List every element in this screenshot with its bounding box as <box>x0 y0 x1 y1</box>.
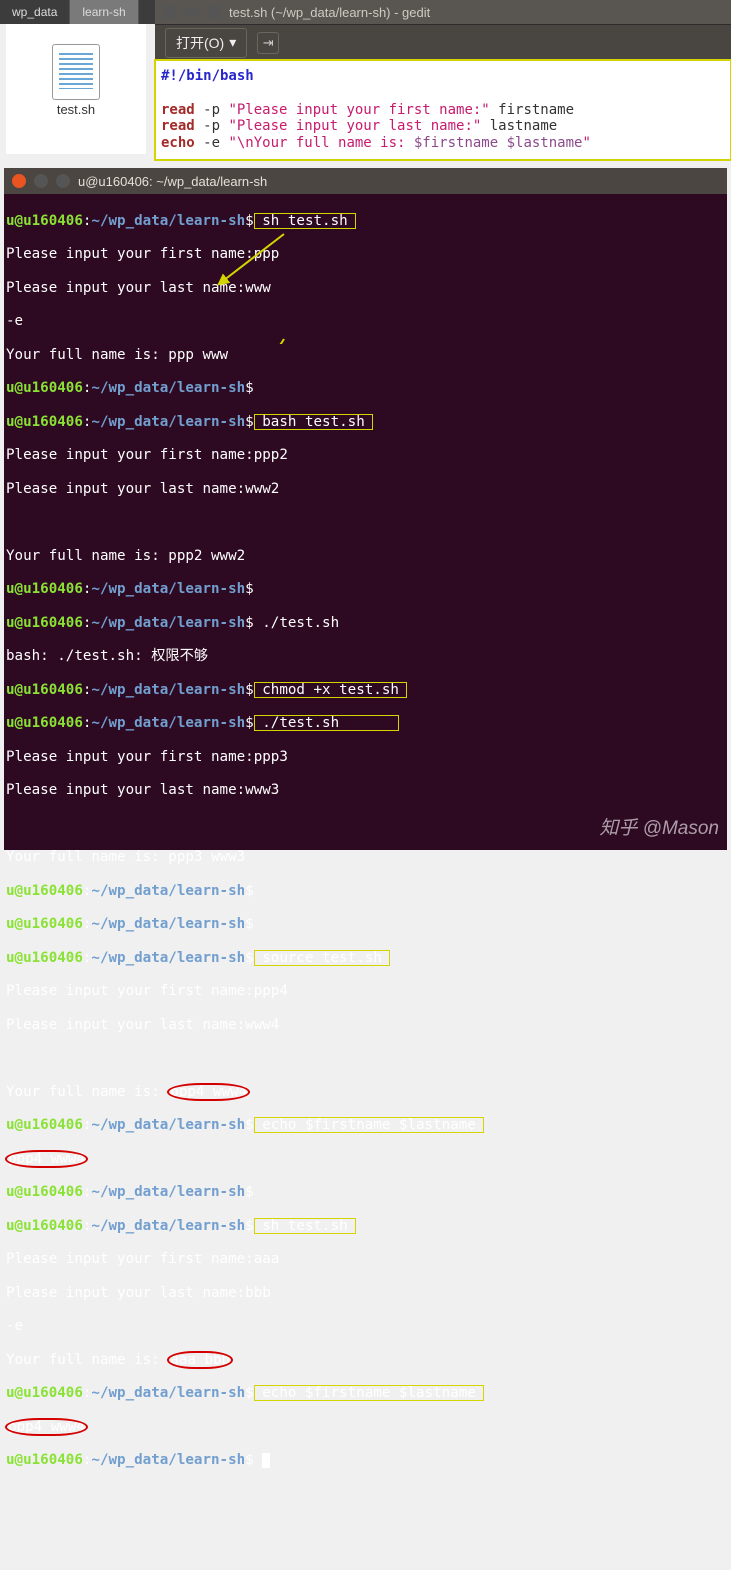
gedit-window: test.sh (~/wp_data/learn-sh) - gedit 打开(… <box>155 0 731 160</box>
minimize-icon[interactable] <box>34 174 48 188</box>
cmd-sh: sh test.sh <box>254 1218 357 1234</box>
cursor <box>262 1453 270 1468</box>
highlight-result: ppp4 www4 <box>6 1419 87 1435</box>
file-icon <box>52 44 100 100</box>
out: Please input your first name:ppp <box>6 246 725 263</box>
gedit-titlebar: test.sh (~/wp_data/learn-sh) - gedit <box>155 0 731 24</box>
out: Your full name is: ppp3 www3 <box>6 849 725 866</box>
out: Please input your last name:www2 <box>6 481 725 498</box>
save-tab-button[interactable]: ⇥ <box>257 32 279 54</box>
highlight-result: ppp4 www4 <box>168 1084 249 1100</box>
out: Your full name is: ppp www <box>6 347 725 364</box>
terminal-window: u@u160406: ~/wp_data/learn-sh u@u160406:… <box>4 168 727 850</box>
tab-learn-sh[interactable]: learn-sh <box>70 0 138 24</box>
out: bash: ./test.sh: 权限不够 <box>6 648 725 665</box>
gedit-title: test.sh (~/wp_data/learn-sh) - gedit <box>229 5 430 20</box>
cmd-echo: echo $firstname $lastname <box>254 1385 485 1401</box>
tab-wp-data[interactable]: wp_data <box>0 0 70 24</box>
out: Please input your last name:www3 <box>6 782 725 799</box>
cmd-chmod: chmod +x test.sh <box>254 682 408 698</box>
highlight-result: ppp4 www4 <box>6 1151 87 1167</box>
close-icon[interactable] <box>12 174 26 188</box>
cmd-bash: bash test.sh <box>254 414 374 430</box>
maximize-icon[interactable] <box>56 174 70 188</box>
out: -e <box>6 313 725 330</box>
out: Please input your first name:ppp2 <box>6 447 725 464</box>
out: -e <box>6 1318 725 1335</box>
terminal-titlebar: u@u160406: ~/wp_data/learn-sh <box>4 168 727 194</box>
code-shebang: #!/bin/bash <box>161 68 254 84</box>
highlight-result: aaa bbb <box>168 1352 232 1368</box>
out: Please input your last name:www4 <box>6 1017 725 1034</box>
file-browser-pane: test.sh <box>6 24 146 154</box>
out: Please input your first name:ppp3 <box>6 749 725 766</box>
out: Please input your last name:www <box>6 280 725 297</box>
cmd-exec: ./test.sh <box>254 715 399 731</box>
terminal-body[interactable]: u@u160406:~/wp_data/learn-sh$ sh test.sh… <box>4 194 727 1570</box>
close-icon[interactable] <box>163 5 177 19</box>
out: Please input your first name:aaa <box>6 1251 725 1268</box>
chevron-down-icon: ▾ <box>229 34 236 51</box>
cmd-echo: echo $firstname $lastname <box>254 1117 485 1133</box>
file-test-sh[interactable]: test.sh <box>52 44 100 117</box>
out: Please input your first name:ppp4 <box>6 983 725 1000</box>
maximize-icon[interactable] <box>207 5 221 19</box>
file-label: test.sh <box>57 102 95 117</box>
open-label: 打开(O) <box>176 33 224 53</box>
gedit-toolbar: 打开(O) ▾ ⇥ <box>155 24 731 60</box>
minimize-icon[interactable] <box>185 5 199 19</box>
out: Your full name is: ppp2 www2 <box>6 548 725 565</box>
gedit-code-area[interactable]: #!/bin/bash read -p "Please input your f… <box>155 60 731 160</box>
open-button[interactable]: 打开(O) ▾ <box>165 28 247 58</box>
cmd-source: source test.sh <box>254 950 391 966</box>
terminal-title: u@u160406: ~/wp_data/learn-sh <box>78 174 267 189</box>
out: Please input your last name:bbb <box>6 1285 725 1302</box>
kw: read <box>161 102 195 118</box>
cmd-sh: sh test.sh <box>254 213 357 229</box>
